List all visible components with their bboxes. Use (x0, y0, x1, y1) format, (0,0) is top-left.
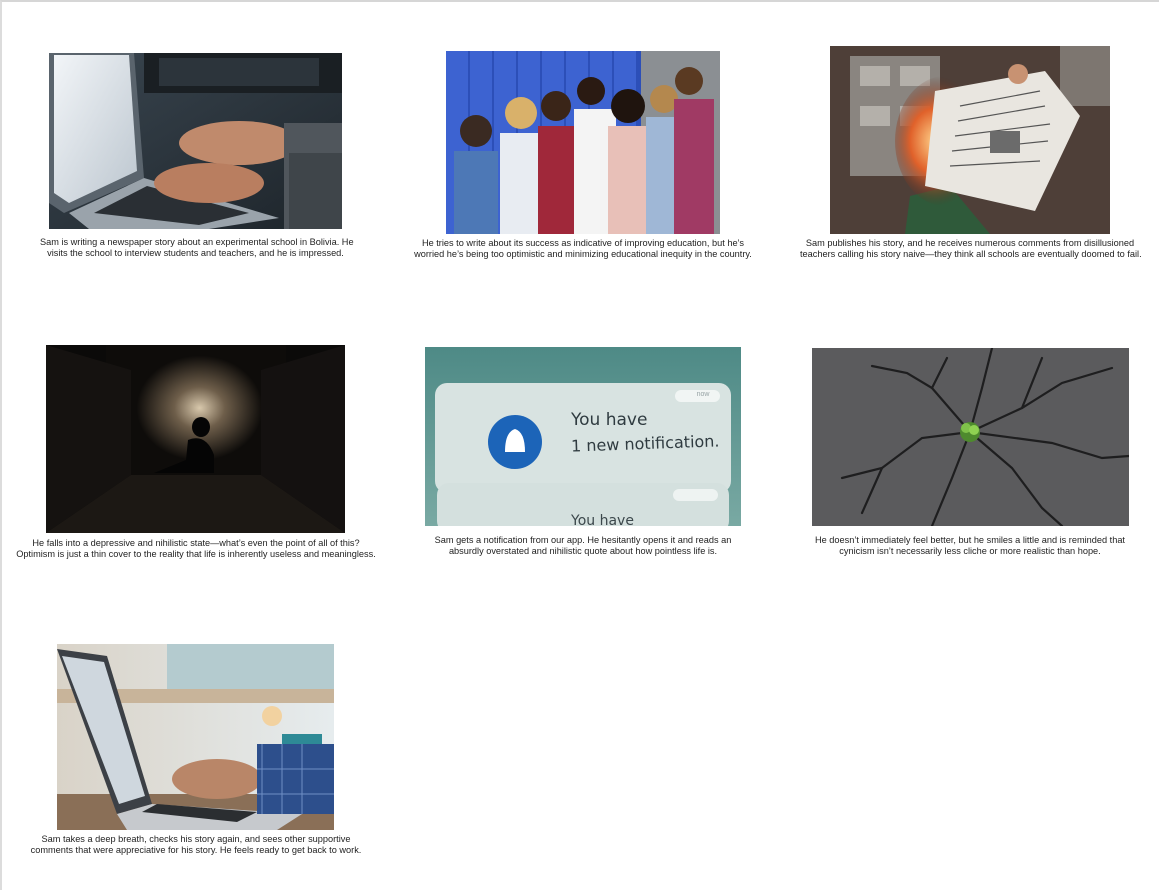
students-by-lockers-photo (446, 51, 720, 234)
caption-line: Sam publishes his story, and he receives… (805, 238, 1135, 248)
caption-line: Sam gets a notification from our app. He… (434, 535, 732, 545)
notification-screen-photo: now You have 1 new notification. You hav… (425, 347, 741, 526)
laptop-work-desk-photo (57, 644, 334, 830)
caption-line: He tries to write about its success as i… (421, 238, 745, 248)
caption-line: cynicism isn’t necessarily less cliche o… (839, 546, 1101, 556)
caption-line: Optimism is just a thin cover to the rea… (16, 549, 376, 559)
panel-caption: Sam takes a deep breath, checks his stor… (26, 834, 366, 856)
caption-line: absurdly overstated and nihilistic quote… (448, 546, 718, 556)
caption-line: He doesn’t immediately feel better, but … (815, 535, 1125, 545)
notification-partial-title: You have (571, 513, 634, 526)
notification-badge: now (696, 391, 710, 398)
caption-line: Sam is writing a newspaper story about a… (40, 237, 354, 247)
sad-person-in-dark-hallway-photo (46, 345, 345, 533)
caption-line: visits the school to interview students … (47, 248, 344, 258)
notification-title: You have (571, 410, 648, 430)
panel-caption: He doesn’t immediately feel better, but … (800, 535, 1140, 557)
caption-line: Sam takes a deep breath, checks his stor… (41, 834, 351, 844)
panel-caption: Sam is writing a newspaper story about a… (40, 237, 354, 259)
caption-line: teachers calling his story naive—they th… (800, 249, 1142, 259)
panel-caption: Sam gets a notification from our app. He… (413, 535, 753, 557)
caption-line: comments that were appreciative for his … (30, 845, 362, 855)
panel-caption: He falls into a depressive and nihilisti… (16, 538, 376, 560)
panel-caption: Sam publishes his story, and he receives… (800, 238, 1142, 260)
burning-newspaper-photo (830, 46, 1110, 234)
laptop-typing-photo (49, 53, 342, 229)
panel-caption: He tries to write about its success as i… (413, 238, 753, 260)
caption-line: worried he’s being too optimistic and mi… (414, 249, 752, 259)
sprout-in-cracked-asphalt-photo (812, 348, 1129, 526)
caption-line: He falls into a depressive and nihilisti… (32, 538, 360, 548)
